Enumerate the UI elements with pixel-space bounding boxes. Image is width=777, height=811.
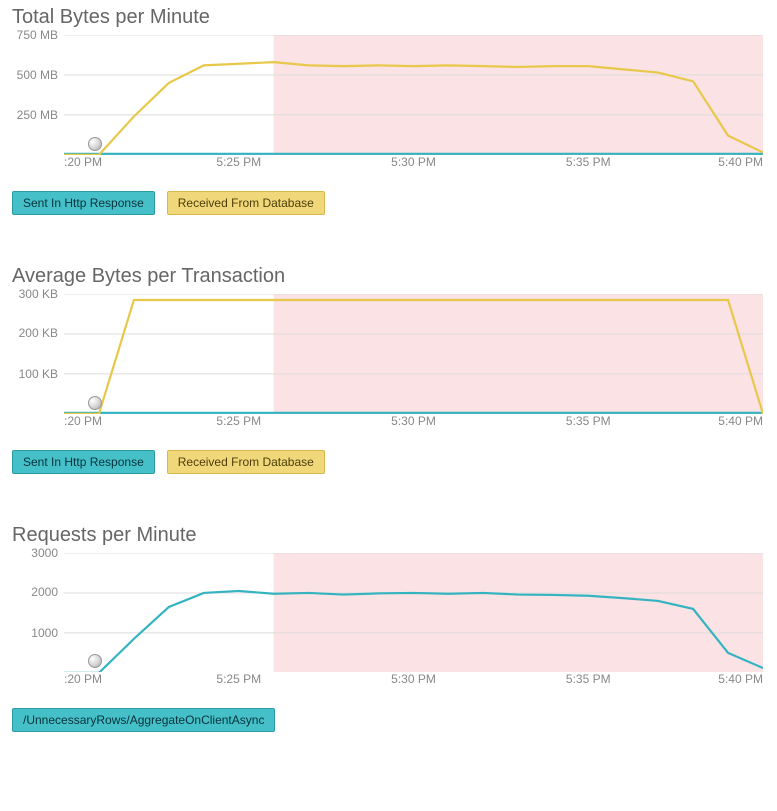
y-tick-label: 250 MB bbox=[17, 108, 58, 122]
y-axis-labels: 750 MB 500 MB 250 MB bbox=[6, 35, 64, 155]
legend-item-received[interactable]: Received From Database bbox=[167, 450, 325, 474]
chart-title: Average Bytes per Transaction bbox=[12, 265, 771, 288]
legend-item-requests[interactable]: /UnnecessaryRows/AggregateOnClientAsync bbox=[12, 708, 275, 732]
y-axis-labels: 300 KB 200 KB 100 KB bbox=[6, 294, 64, 414]
x-axis-labels: :20 PM 5:25 PM 5:30 PM 5:35 PM 5:40 PM bbox=[64, 414, 763, 432]
chart-title: Requests per Minute bbox=[12, 524, 771, 547]
y-tick-label: 100 KB bbox=[19, 367, 58, 381]
x-tick-label: 5:25 PM bbox=[216, 155, 261, 169]
x-tick-label: :20 PM bbox=[64, 414, 102, 428]
y-tick-label: 1000 bbox=[31, 626, 58, 640]
legend-item-sent[interactable]: Sent In Http Response bbox=[12, 191, 155, 215]
chart-total-bytes-per-minute: Total Bytes per Minute 750 MB 500 MB 250… bbox=[6, 6, 771, 215]
chart-average-bytes-per-transaction: Average Bytes per Transaction 300 KB 200… bbox=[6, 265, 771, 474]
chart-title: Total Bytes per Minute bbox=[12, 6, 771, 29]
x-tick-label: 5:30 PM bbox=[391, 155, 436, 169]
y-tick-label: 200 KB bbox=[19, 326, 58, 340]
x-tick-label: :20 PM bbox=[64, 672, 102, 686]
x-tick-label: 5:35 PM bbox=[566, 414, 611, 428]
y-axis-labels: 3000 2000 1000 bbox=[6, 553, 64, 673]
x-tick-label: :20 PM bbox=[64, 155, 102, 169]
shaded-region bbox=[274, 294, 763, 414]
y-tick-label: 750 MB bbox=[17, 28, 58, 42]
x-tick-label: 5:40 PM bbox=[718, 414, 763, 428]
x-tick-label: 5:25 PM bbox=[216, 414, 261, 428]
y-tick-label: 500 MB bbox=[17, 68, 58, 82]
legend: Sent In Http Response Received From Data… bbox=[12, 191, 771, 215]
x-tick-label: 5:40 PM bbox=[718, 155, 763, 169]
plot-area[interactable] bbox=[64, 294, 763, 414]
x-axis-labels: :20 PM 5:25 PM 5:30 PM 5:35 PM 5:40 PM bbox=[64, 672, 763, 690]
legend: /UnnecessaryRows/AggregateOnClientAsync bbox=[12, 708, 771, 732]
x-tick-label: 5:30 PM bbox=[391, 414, 436, 428]
x-tick-label: 5:40 PM bbox=[718, 672, 763, 686]
x-tick-label: 5:30 PM bbox=[391, 672, 436, 686]
y-tick-label: 300 KB bbox=[19, 287, 58, 301]
shaded-region bbox=[274, 553, 763, 673]
range-handle-icon[interactable] bbox=[88, 137, 102, 151]
x-axis-labels: :20 PM 5:25 PM 5:30 PM 5:35 PM 5:40 PM bbox=[64, 155, 763, 173]
range-handle-icon[interactable] bbox=[88, 396, 102, 410]
plot-area[interactable] bbox=[64, 553, 763, 673]
legend-item-received[interactable]: Received From Database bbox=[167, 191, 325, 215]
x-tick-label: 5:35 PM bbox=[566, 672, 611, 686]
chart-requests-per-minute: Requests per Minute 3000 2000 1000 bbox=[6, 524, 771, 733]
legend: Sent In Http Response Received From Data… bbox=[12, 450, 771, 474]
shaded-region bbox=[274, 35, 763, 155]
x-tick-label: 5:35 PM bbox=[566, 155, 611, 169]
legend-item-sent[interactable]: Sent In Http Response bbox=[12, 450, 155, 474]
x-tick-label: 5:25 PM bbox=[216, 672, 261, 686]
plot-area[interactable] bbox=[64, 35, 763, 155]
y-tick-label: 3000 bbox=[31, 546, 58, 560]
y-tick-label: 2000 bbox=[31, 585, 58, 599]
